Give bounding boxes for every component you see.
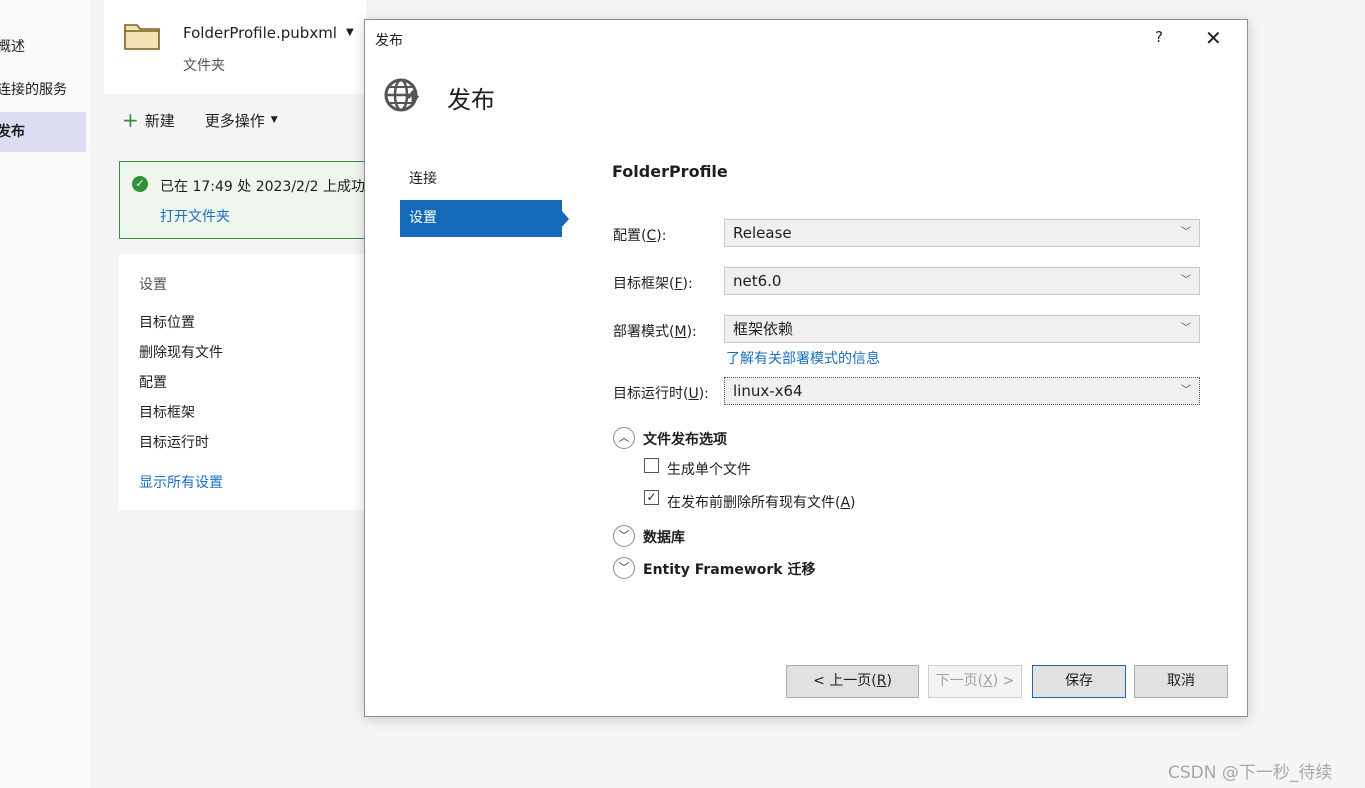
profile-card: FolderProfile.pubxml ▼ 文件夹 bbox=[104, 0, 366, 94]
watermark: CSDN @下一秒_待续 bbox=[1168, 763, 1333, 783]
deployment-mode-label: 部署模式(M): bbox=[613, 324, 697, 340]
dialog-nav-settings[interactable]: 设置 bbox=[400, 200, 569, 237]
close-icon[interactable]: ✕ bbox=[1205, 26, 1222, 50]
nav-item-label: 连接的服务 bbox=[0, 82, 67, 98]
publish-dialog: 发布 ? ✕ 发布 连接 设置 FolderProfile 配置(C): Rel… bbox=[364, 19, 1248, 717]
check-circle-icon: ✓ bbox=[132, 176, 148, 192]
help-button[interactable]: ? bbox=[1155, 28, 1163, 46]
delete-existing-files-label[interactable]: 在发布前删除所有现有文件(A) bbox=[667, 492, 856, 512]
single-file-checkbox[interactable] bbox=[644, 458, 659, 473]
target-framework-label: 目标框架(F): bbox=[613, 276, 693, 292]
chevron-down-icon: ﹀ bbox=[1181, 323, 1191, 334]
settings-item: 目标框架 bbox=[139, 405, 195, 421]
show-all-settings-link[interactable]: 显示所有设置 bbox=[139, 472, 223, 492]
target-runtime-label: 目标运行时(U): bbox=[613, 386, 709, 402]
dialog-title: 发布 bbox=[375, 33, 403, 49]
globe-publish-icon bbox=[384, 78, 420, 112]
database-label[interactable]: 数据库 bbox=[643, 527, 685, 547]
dialog-heading: 发布 bbox=[447, 86, 495, 114]
settings-item: 删除现有文件 bbox=[139, 345, 223, 361]
single-file-label[interactable]: 生成单个文件 bbox=[667, 459, 751, 479]
configuration-label: 配置(C): bbox=[613, 228, 667, 244]
settings-item: 目标运行时 bbox=[139, 435, 209, 451]
profile-name[interactable]: FolderProfile.pubxml bbox=[183, 24, 337, 42]
delete-existing-files-checkbox[interactable]: ✓ bbox=[644, 490, 659, 505]
form-title: FolderProfile bbox=[612, 162, 728, 181]
settings-item: 配置 bbox=[139, 375, 167, 391]
chevron-down-icon: ▼ bbox=[270, 115, 278, 125]
chevron-down-icon: ﹀ bbox=[1181, 385, 1191, 396]
expand-chevron-down-icon[interactable]: ﹀ bbox=[613, 557, 635, 579]
ef-migrations-label[interactable]: Entity Framework 迁移 bbox=[643, 559, 815, 579]
file-publish-options-label[interactable]: 文件发布选项 bbox=[643, 429, 727, 449]
configuration-select[interactable]: Release ﹀ bbox=[724, 219, 1200, 247]
profile-type: 文件夹 bbox=[183, 58, 225, 74]
dialog-nav-connect[interactable]: 连接 bbox=[400, 161, 562, 198]
collapse-chevron-up-icon[interactable]: ︿ bbox=[613, 427, 635, 449]
plus-icon: + bbox=[122, 108, 139, 132]
chevron-down-icon: ﹀ bbox=[1181, 275, 1191, 286]
folder-icon bbox=[124, 24, 160, 50]
settings-card-title: 设置 bbox=[139, 277, 167, 293]
new-button[interactable]: + 新建 bbox=[122, 110, 175, 131]
save-button[interactable]: 保存 bbox=[1032, 665, 1126, 698]
nav-item-label: 发布 bbox=[0, 124, 25, 140]
nav-pointer-arrow bbox=[562, 211, 569, 227]
previous-button[interactable]: < 上一页(R) bbox=[786, 665, 919, 698]
new-button-label: 新建 bbox=[144, 111, 175, 130]
chevron-down-icon[interactable]: ▼ bbox=[346, 27, 354, 38]
dialog-nav-label: 连接 bbox=[409, 171, 437, 187]
nav-item-label: 概述 bbox=[0, 39, 25, 55]
expand-chevron-down-icon[interactable]: ﹀ bbox=[613, 525, 635, 547]
target-framework-select[interactable]: net6.0 ﹀ bbox=[724, 267, 1200, 295]
target-runtime-value: linux-x64 bbox=[733, 382, 803, 400]
success-notice: ✓ 已在 17:49 处 2023/2/2 上成功 打开文件夹 bbox=[119, 161, 369, 239]
chevron-down-icon: ﹀ bbox=[1181, 227, 1191, 238]
dialog-nav-label: 设置 bbox=[409, 210, 437, 226]
more-actions-label: 更多操作 bbox=[204, 111, 265, 130]
left-nav: 概述 连接的服务 发布 bbox=[0, 0, 90, 788]
nav-item-overview[interactable]: 概述 bbox=[0, 27, 86, 67]
more-actions-button[interactable]: 更多操作 ▼ bbox=[205, 110, 278, 131]
settings-item: 目标位置 bbox=[139, 315, 195, 331]
target-runtime-select[interactable]: linux-x64 ﹀ bbox=[724, 377, 1200, 405]
learn-deployment-mode-link[interactable]: 了解有关部署模式的信息 bbox=[726, 348, 880, 368]
nav-item-connected-services[interactable]: 连接的服务 bbox=[0, 70, 86, 110]
success-text: 已在 17:49 处 2023/2/2 上成功 bbox=[160, 179, 366, 195]
configuration-value: Release bbox=[733, 224, 792, 242]
settings-card: 设置 目标位置 删除现有文件 配置 目标框架 目标运行时 显示所有设置 bbox=[119, 254, 369, 510]
nav-item-publish[interactable]: 发布 bbox=[0, 112, 86, 152]
deployment-mode-select[interactable]: 框架依赖 ﹀ bbox=[724, 315, 1200, 343]
toolbar: + 新建 更多操作 ▼ bbox=[122, 108, 278, 132]
target-framework-value: net6.0 bbox=[733, 272, 782, 290]
open-folder-link[interactable]: 打开文件夹 bbox=[160, 206, 230, 226]
deployment-mode-value: 框架依赖 bbox=[733, 320, 794, 338]
next-button[interactable]: 下一页(X) > bbox=[928, 665, 1022, 698]
cancel-button[interactable]: 取消 bbox=[1134, 665, 1228, 698]
